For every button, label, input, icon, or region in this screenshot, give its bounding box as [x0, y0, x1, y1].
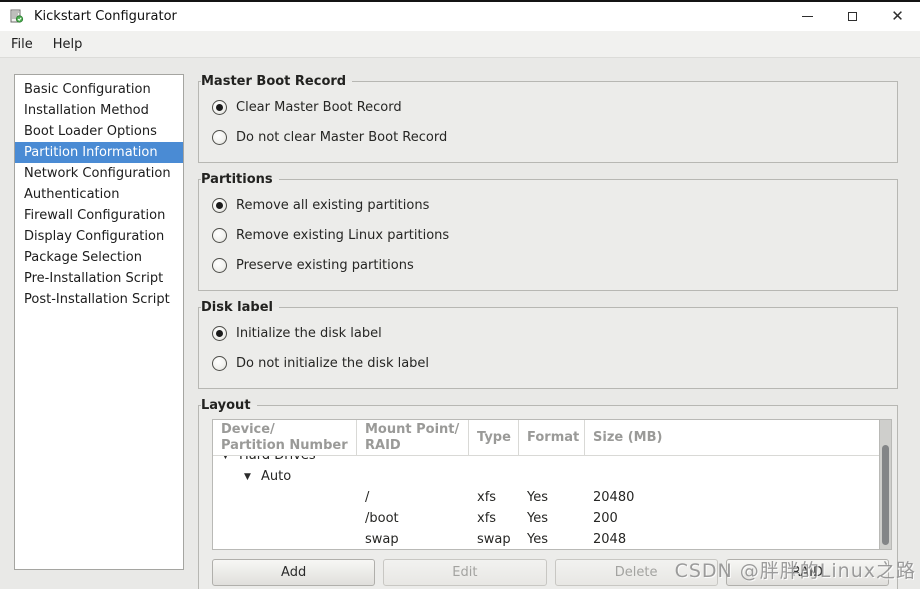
maximize-button[interactable]	[830, 2, 875, 31]
partition-table: Device/ Partition Number Mount Point/ RA…	[212, 419, 892, 550]
type-cell: swap	[469, 532, 519, 547]
format-cell: Yes	[519, 511, 585, 526]
column-header-format[interactable]: Format	[519, 420, 585, 455]
maximize-icon	[848, 12, 857, 21]
radio-icon[interactable]	[212, 258, 227, 273]
sidebar-item-firewall-configuration[interactable]: Firewall Configuration	[15, 205, 183, 226]
header-line: Partition Number	[221, 438, 348, 454]
format-cell: Yes	[519, 532, 585, 547]
column-header-device[interactable]: Device/ Partition Number	[213, 420, 357, 455]
radio-row[interactable]: Preserve existing partitions	[212, 250, 892, 280]
menu-file[interactable]: File	[1, 33, 43, 56]
content-area: Basic Configuration Installation Method …	[0, 58, 920, 589]
radio-icon[interactable]	[212, 228, 227, 243]
table-row-boot[interactable]: /boot xfs Yes 200	[213, 508, 879, 529]
mount-cell: /boot	[357, 511, 469, 526]
table-scrollbar[interactable]	[879, 420, 891, 549]
frame-title: Layout	[201, 398, 257, 413]
radio-label: Clear Master Boot Record	[236, 100, 402, 115]
sidebar-item-partition-information[interactable]: Partition Information	[15, 142, 183, 163]
sidebar-item-network-configuration[interactable]: Network Configuration	[15, 163, 183, 184]
radio-row[interactable]: Clear Master Boot Record	[212, 92, 892, 122]
header-line: Size (MB)	[593, 430, 871, 446]
table-row-swap[interactable]: swap swap Yes 2048	[213, 529, 879, 550]
window-controls: ✕	[785, 2, 920, 31]
header-line: Format	[527, 430, 576, 446]
format-cell: Yes	[519, 490, 585, 505]
close-icon: ✕	[891, 9, 904, 24]
window-title: Kickstart Configurator	[34, 9, 177, 24]
frame-title: Partitions	[201, 172, 279, 187]
radio-icon[interactable]	[212, 326, 227, 341]
size-cell: 200	[585, 511, 879, 526]
column-header-type[interactable]: Type	[469, 420, 519, 455]
sidebar-item-package-selection[interactable]: Package Selection	[15, 247, 183, 268]
header-line: Device/	[221, 422, 348, 438]
radio-icon[interactable]	[212, 100, 227, 115]
app-window: Kickstart Configurator ✕ File Help Basic…	[0, 0, 920, 589]
radio-icon[interactable]	[212, 356, 227, 371]
table-row-root[interactable]: / xfs Yes 20480	[213, 487, 879, 508]
radio-label: Remove all existing partitions	[236, 198, 429, 213]
scrollbar-thumb[interactable]	[882, 445, 889, 545]
device-cell: ▼ Auto	[213, 469, 357, 484]
header-line: Type	[477, 430, 510, 446]
radio-row[interactable]: Remove existing Linux partitions	[212, 220, 892, 250]
column-header-mount-point[interactable]: Mount Point/ RAID	[357, 420, 469, 455]
frame-title: Master Boot Record	[201, 74, 352, 89]
title-bar: Kickstart Configurator ✕	[0, 2, 920, 31]
column-header-size[interactable]: Size (MB)	[585, 420, 879, 455]
edit-button[interactable]: Edit	[383, 559, 546, 586]
radio-row[interactable]: Remove all existing partitions	[212, 190, 892, 220]
menu-bar: File Help	[0, 31, 920, 58]
menu-help[interactable]: Help	[43, 33, 93, 56]
radio-row[interactable]: Do not clear Master Boot Record	[212, 122, 892, 152]
header-line: RAID	[365, 438, 460, 454]
sidebar-item-display-configuration[interactable]: Display Configuration	[15, 226, 183, 247]
sidebar-item-installation-method[interactable]: Installation Method	[15, 100, 183, 121]
main-panel: Master Boot Record Clear Master Boot Rec…	[198, 74, 898, 589]
frame-title: Disk label	[201, 300, 279, 315]
frame-partitions: Partitions Remove all existing partition…	[198, 172, 898, 291]
frame-disk-label: Disk label Initialize the disk label Do …	[198, 300, 898, 389]
frame-master-boot-record: Master Boot Record Clear Master Boot Rec…	[198, 74, 898, 163]
sidebar-item-authentication[interactable]: Authentication	[15, 184, 183, 205]
radio-label: Do not clear Master Boot Record	[236, 130, 447, 145]
minimize-icon	[802, 16, 813, 17]
close-button[interactable]: ✕	[875, 2, 920, 31]
table-row-auto[interactable]: ▼ Auto	[213, 466, 879, 487]
radio-label: Initialize the disk label	[236, 326, 382, 341]
radio-row[interactable]: Initialize the disk label	[212, 318, 892, 348]
expander-icon[interactable]: ▼	[241, 472, 254, 482]
header-line: Mount Point/	[365, 422, 460, 438]
radio-icon[interactable]	[212, 198, 227, 213]
type-cell: xfs	[469, 490, 519, 505]
sidebar-item-boot-loader-options[interactable]: Boot Loader Options	[15, 121, 183, 142]
table-header: Device/ Partition Number Mount Point/ RA…	[213, 420, 879, 456]
app-icon	[8, 8, 25, 25]
size-cell: 2048	[585, 532, 879, 547]
size-cell: 20480	[585, 490, 879, 505]
device-label: Auto	[261, 469, 291, 484]
radio-icon[interactable]	[212, 130, 227, 145]
csdn-watermark: CSDN @胖胖的Linux之路	[675, 556, 916, 583]
sidebar-item-pre-installation-script[interactable]: Pre-Installation Script	[15, 268, 183, 289]
table-body: ▼ Hard Drives ▼ Auto	[213, 445, 879, 550]
radio-label: Remove existing Linux partitions	[236, 228, 449, 243]
add-button[interactable]: Add	[212, 559, 375, 586]
minimize-button[interactable]	[785, 2, 830, 31]
sidebar-item-basic-configuration[interactable]: Basic Configuration	[15, 79, 183, 100]
type-cell: xfs	[469, 511, 519, 526]
mount-cell: swap	[357, 532, 469, 547]
section-list: Basic Configuration Installation Method …	[14, 74, 184, 570]
radio-label: Preserve existing partitions	[236, 258, 414, 273]
sidebar-item-post-installation-script[interactable]: Post-Installation Script	[15, 289, 183, 310]
radio-row[interactable]: Do not initialize the disk label	[212, 348, 892, 378]
mount-cell: /	[357, 490, 469, 505]
radio-label: Do not initialize the disk label	[236, 356, 429, 371]
